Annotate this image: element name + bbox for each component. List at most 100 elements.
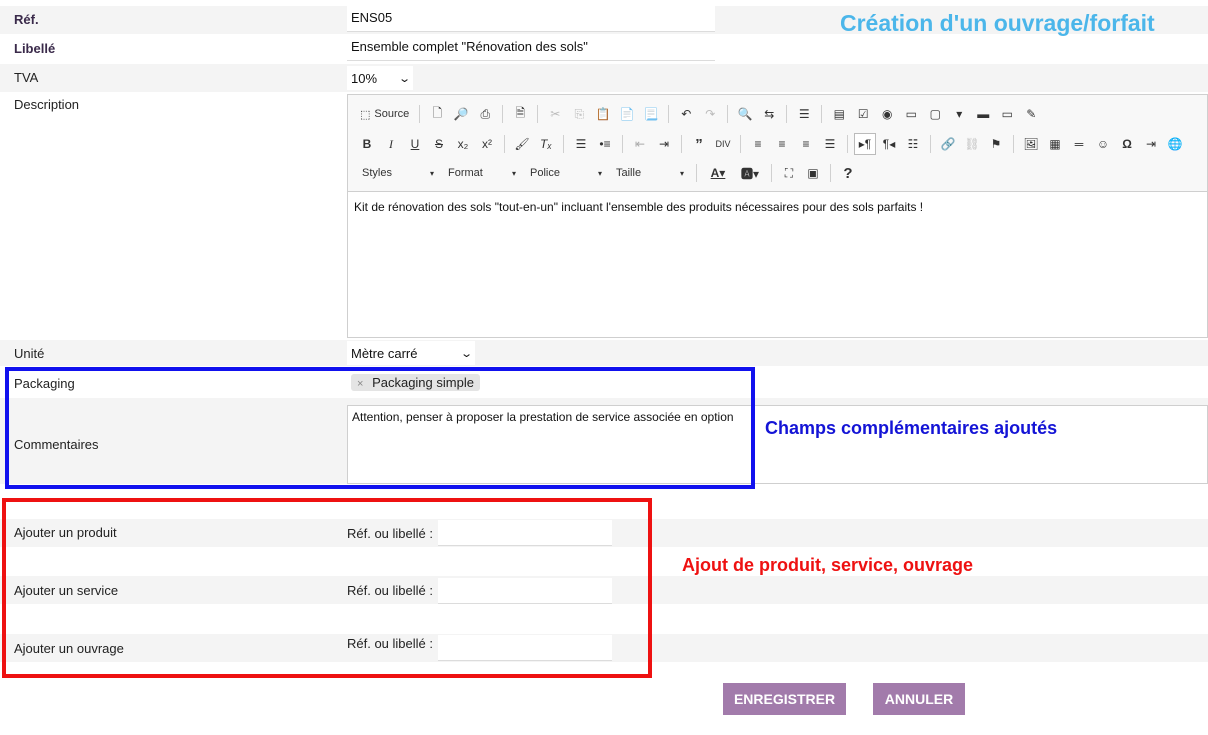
- toolbar-separator: [622, 135, 623, 153]
- button-field-icon[interactable]: ▬: [972, 103, 994, 125]
- subscript-icon[interactable]: x₂: [452, 133, 474, 155]
- toolbar-separator: [419, 105, 421, 123]
- unlink-icon[interactable]: ⛓: [961, 133, 983, 155]
- cut-icon[interactable]: ✂: [544, 103, 566, 125]
- chevron-down-icon: ▾: [429, 168, 434, 178]
- annotation-blue-caption: Champs complémentaires ajoutés: [765, 418, 1058, 438]
- bold-icon[interactable]: B: [356, 133, 378, 155]
- page-break-icon[interactable]: ⇥: [1140, 133, 1162, 155]
- unite-select[interactable]: Mètre carré ⌄: [347, 341, 475, 365]
- superscript-icon[interactable]: x²: [476, 133, 498, 155]
- select-field-icon[interactable]: ▾: [948, 103, 970, 125]
- redo-icon[interactable]: ↷: [699, 103, 721, 125]
- link-icon[interactable]: 🔗: [937, 133, 959, 155]
- toolbar-separator: [786, 105, 788, 123]
- language-icon[interactable]: ☷: [902, 133, 924, 155]
- align-left-icon[interactable]: ≡: [747, 133, 769, 155]
- help-icon[interactable]: ?: [837, 162, 859, 184]
- styles-combo[interactable]: Styles ▾: [356, 162, 440, 184]
- image-icon[interactable]: 🖼: [1020, 133, 1042, 155]
- format-combo[interactable]: Format ▾: [442, 162, 522, 184]
- text-field-icon[interactable]: ▭: [900, 103, 922, 125]
- strike-icon[interactable]: S: [428, 133, 450, 155]
- paste-icon[interactable]: 📋: [592, 103, 614, 125]
- find-icon[interactable]: 🔍: [734, 103, 756, 125]
- page-title-annotation: Création d'un ouvrage/forfait: [840, 10, 1155, 36]
- print-icon[interactable]: ⎙: [474, 103, 496, 125]
- font-combo[interactable]: Police ▾: [524, 162, 608, 184]
- libelle-label: Libellé: [14, 41, 56, 56]
- checkbox-icon[interactable]: ☑: [852, 103, 874, 125]
- copy-icon[interactable]: ⎘: [568, 103, 590, 125]
- select-all-icon[interactable]: ☰: [793, 103, 815, 125]
- new-page-icon[interactable]: 🗋: [426, 103, 448, 125]
- toolbar-separator: [668, 105, 670, 123]
- annotation-box-red: [2, 498, 652, 678]
- size-combo[interactable]: Taille ▾: [610, 162, 690, 184]
- special-char-icon[interactable]: Ω: [1116, 133, 1138, 155]
- italic-icon[interactable]: I: [380, 133, 402, 155]
- copy-format-icon[interactable]: 🖌: [511, 133, 533, 155]
- form-icon[interactable]: ▤: [828, 103, 850, 125]
- toolbar-separator: [563, 135, 564, 153]
- paste-text-icon[interactable]: 📄: [616, 103, 638, 125]
- justify-icon[interactable]: ☰: [819, 133, 841, 155]
- tva-select[interactable]: 10% ⌄: [347, 66, 413, 90]
- numbered-list-icon[interactable]: ☰: [570, 133, 592, 155]
- undo-icon[interactable]: ↶: [675, 103, 697, 125]
- outdent-icon[interactable]: ⇤: [629, 133, 651, 155]
- show-blocks-icon[interactable]: ▣: [802, 162, 824, 184]
- rtl-icon[interactable]: ¶◂: [878, 133, 900, 155]
- toolbar-separator: [504, 135, 505, 153]
- smiley-icon[interactable]: ☺: [1092, 133, 1114, 155]
- ref-input[interactable]: ENS05: [347, 6, 715, 32]
- table-icon[interactable]: ▦: [1044, 133, 1066, 155]
- toolbar-separator: [930, 135, 931, 153]
- preview-icon[interactable]: 🔎: [450, 103, 472, 125]
- police-label: Police: [530, 167, 560, 179]
- ref-label: Réf.: [14, 12, 39, 27]
- hidden-field-icon[interactable]: ✎: [1020, 103, 1042, 125]
- horizontal-line-icon[interactable]: ═: [1068, 133, 1090, 155]
- source-icon: ⬚: [360, 108, 371, 121]
- anchor-flag-icon[interactable]: ⚑: [985, 133, 1007, 155]
- source-label: Source: [374, 108, 410, 120]
- align-right-icon[interactable]: ≡: [795, 133, 817, 155]
- bulleted-list-icon[interactable]: •≡: [594, 133, 616, 155]
- iframe-globe-icon[interactable]: 🌐: [1164, 133, 1186, 155]
- chevron-down-icon: ⌄: [397, 72, 411, 85]
- div-container-icon[interactable]: DIV: [712, 133, 734, 155]
- blockquote-icon[interactable]: ”: [688, 133, 710, 155]
- source-button[interactable]: ⬚ Source: [356, 103, 413, 125]
- bg-color-icon[interactable]: 🅰▾: [735, 162, 765, 184]
- underline-icon[interactable]: U: [404, 133, 426, 155]
- cancel-button[interactable]: ANNULER: [873, 683, 965, 715]
- templates-icon[interactable]: 🗎: [509, 103, 531, 125]
- unite-value: Mètre carré: [351, 345, 418, 361]
- toolbar-separator: [696, 164, 697, 182]
- image-button-icon[interactable]: ▭: [996, 103, 1018, 125]
- text-color-icon[interactable]: A▾: [703, 162, 733, 184]
- align-center-icon[interactable]: ≡: [771, 133, 793, 155]
- annotation-box-blue: [5, 367, 755, 489]
- libelle-input[interactable]: Ensemble complet "Rénovation des sols": [347, 35, 715, 61]
- toolbar-separator: [771, 164, 772, 182]
- toolbar-separator: [727, 105, 729, 123]
- styles-label: Styles: [362, 167, 392, 179]
- radio-icon[interactable]: ◉: [876, 103, 898, 125]
- toolbar-separator: [502, 105, 504, 123]
- tva-value: 10%: [351, 70, 378, 86]
- remove-format-icon[interactable]: Tₓ: [535, 133, 557, 155]
- save-button[interactable]: ENREGISTRER: [723, 683, 846, 715]
- replace-icon[interactable]: ⇆: [758, 103, 780, 125]
- ltr-icon[interactable]: ▸¶: [854, 133, 876, 155]
- chevron-down-icon: ▾: [597, 168, 602, 178]
- toolbar-separator: [1013, 135, 1014, 153]
- indent-icon[interactable]: ⇥: [653, 133, 675, 155]
- editor-toolbar-row-1: ⬚ Source 🗋 🔎 ⎙ 🗎 ✂ ⎘ 📋 📄 📃 ↶ ↷ 🔍 ⇆ ☰ ▤ ☑…: [356, 102, 1042, 126]
- maximize-icon[interactable]: ⛶: [778, 162, 800, 184]
- paste-word-icon[interactable]: 📃: [640, 103, 662, 125]
- description-editor-body[interactable]: Kit de rénovation des sols "tout-en-un" …: [348, 191, 1207, 337]
- tva-label: TVA: [14, 70, 39, 85]
- textarea-icon[interactable]: ▢: [924, 103, 946, 125]
